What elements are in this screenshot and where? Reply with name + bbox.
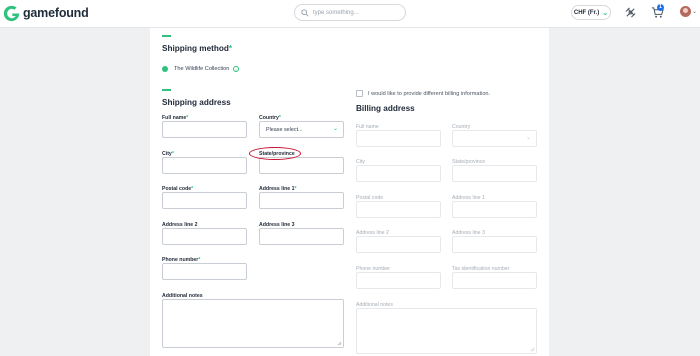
resize-handle-icon[interactable] [337, 341, 342, 346]
chevron-down-icon: ⌄ [332, 126, 338, 132]
city-field[interactable] [162, 157, 247, 174]
currency-selector[interactable]: CHF (Fr.) ⌄ [571, 5, 611, 20]
resize-handle-icon[interactable] [530, 347, 535, 352]
search-icon [301, 8, 309, 17]
rocket-icon[interactable] [624, 6, 637, 19]
billing-city-field[interactable] [356, 165, 441, 182]
currency-value: CHF (Fr.) [573, 9, 600, 16]
billing-full-name-field[interactable] [356, 130, 441, 147]
search-input[interactable]: type something... [294, 4, 406, 21]
different-billing-label[interactable]: I would like to provide different billin… [368, 91, 490, 97]
full-name-field[interactable] [162, 121, 247, 138]
billing-address-line-3-field[interactable] [452, 236, 537, 253]
chevron-down-icon: ⌄ [525, 135, 531, 141]
phone-number-field[interactable] [162, 263, 247, 280]
shipping-option-label[interactable]: The Wildlife Collection [174, 66, 229, 72]
country-select[interactable]: Please select... ⌄ [259, 121, 344, 138]
chevron-down-icon[interactable]: ⌄ [692, 8, 697, 15]
avatar[interactable] [680, 6, 691, 17]
section-accent [162, 89, 171, 91]
top-navigation-bar: gamefound type something... CHF (Fr.) ⌄ … [0, 0, 700, 28]
billing-notes-field[interactable] [356, 308, 537, 354]
shipping-method-title: Shipping method* [162, 44, 233, 53]
shipping-option-radio[interactable] [162, 66, 168, 72]
billing-tax-id-field[interactable] [452, 272, 537, 289]
section-accent [162, 35, 171, 37]
additional-notes-field[interactable] [162, 299, 344, 348]
chevron-down-icon: ⌄ [602, 9, 609, 17]
cart-count-badge: 1 [657, 4, 664, 11]
brand-name: gamefound [23, 6, 89, 20]
shipping-address-title: Shipping address [162, 98, 231, 107]
billing-address-line-2-field[interactable] [356, 236, 441, 253]
postal-code-field[interactable] [162, 192, 247, 209]
billing-postal-field[interactable] [356, 201, 441, 218]
billing-phone-field[interactable] [356, 272, 441, 289]
address-line-2-field[interactable] [162, 228, 247, 245]
country-select-value: Please select... [266, 127, 303, 133]
address-line-1-field[interactable] [259, 192, 344, 209]
search-placeholder: type something... [313, 9, 359, 16]
different-billing-checkbox[interactable] [356, 90, 363, 97]
brand-logo[interactable]: gamefound [3, 4, 89, 22]
billing-address-title: Billing address [356, 104, 415, 113]
info-icon[interactable]: i [233, 66, 239, 72]
gamefound-logo-icon [3, 5, 20, 21]
billing-country-select[interactable]: ⌄ [452, 130, 537, 147]
billing-address-line-1-field[interactable] [452, 201, 537, 218]
address-line-3-field[interactable] [259, 228, 344, 245]
billing-state-field[interactable] [452, 165, 537, 182]
annotation-circle [249, 147, 301, 160]
